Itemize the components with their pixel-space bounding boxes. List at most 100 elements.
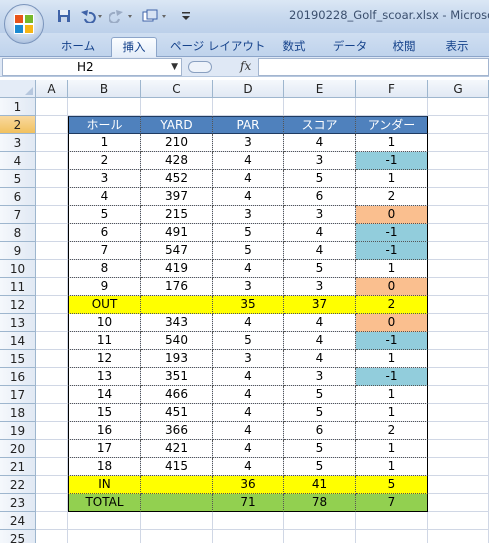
row-header-22[interactable]: 22 xyxy=(0,476,36,494)
grid-cell[interactable] xyxy=(428,278,489,296)
score-cell-score[interactable]: 3 xyxy=(284,368,356,386)
row-header-13[interactable]: 13 xyxy=(0,314,36,332)
score-cell-hole[interactable]: 13 xyxy=(68,368,141,386)
score-cell-par[interactable]: 4 xyxy=(213,458,284,476)
grid-cell[interactable] xyxy=(284,530,356,543)
grid-cell[interactable] xyxy=(356,530,428,543)
score-cell-hole[interactable]: TOTAL xyxy=(68,494,141,512)
grid-cell[interactable] xyxy=(428,152,489,170)
score-cell-yard[interactable] xyxy=(141,494,213,512)
grid-cell[interactable] xyxy=(36,440,68,458)
score-cell-par[interactable]: 36 xyxy=(213,476,284,494)
grid-cell[interactable] xyxy=(36,170,68,188)
row-header-5[interactable]: 5 xyxy=(0,170,36,188)
score-cell-under[interactable]: 2 xyxy=(356,188,428,206)
score-cell-par[interactable]: 4 xyxy=(213,440,284,458)
score-cell-yard[interactable]: 428 xyxy=(141,152,213,170)
row-header-9[interactable]: 9 xyxy=(0,242,36,260)
score-cell-yard[interactable]: 215 xyxy=(141,206,213,224)
score-cell-under[interactable]: 2 xyxy=(356,422,428,440)
grid-cell[interactable] xyxy=(36,134,68,152)
row-header-1[interactable]: 1 xyxy=(0,98,36,116)
grid-cell[interactable] xyxy=(428,422,489,440)
row-header-17[interactable]: 17 xyxy=(0,386,36,404)
row-header-4[interactable]: 4 xyxy=(0,152,36,170)
score-cell-hole[interactable]: 3 xyxy=(68,170,141,188)
score-cell-score[interactable]: 78 xyxy=(284,494,356,512)
grid-cell[interactable] xyxy=(428,296,489,314)
score-cell-hole[interactable]: 16 xyxy=(68,422,141,440)
score-cell-par[interactable]: 4 xyxy=(213,188,284,206)
grid-cell[interactable] xyxy=(36,278,68,296)
score-cell-score[interactable]: 5 xyxy=(284,170,356,188)
score-cell-score[interactable]: 6 xyxy=(284,422,356,440)
tab-formulas[interactable]: 数式 xyxy=(274,37,314,57)
chevron-down-icon[interactable]: ▼ xyxy=(171,59,178,75)
score-cell-score[interactable]: 4 xyxy=(284,134,356,152)
score-cell-hole[interactable]: 15 xyxy=(68,404,141,422)
grid-cell[interactable] xyxy=(68,98,141,116)
row-header-24[interactable]: 24 xyxy=(0,512,36,530)
row-header-19[interactable]: 19 xyxy=(0,422,36,440)
row-header-23[interactable]: 23 xyxy=(0,494,36,512)
insert-function-button[interactable]: fx xyxy=(240,59,251,73)
grid-cell[interactable] xyxy=(36,152,68,170)
score-cell-score[interactable]: 3 xyxy=(284,152,356,170)
office-button[interactable] xyxy=(4,4,44,44)
redo-icon[interactable] xyxy=(108,8,136,24)
tab-review[interactable]: 校閲 xyxy=(384,37,424,57)
grid-cell[interactable] xyxy=(141,512,213,530)
score-cell-under[interactable]: -1 xyxy=(356,224,428,242)
column-header-b[interactable]: B xyxy=(68,80,141,98)
grid-cell[interactable] xyxy=(284,512,356,530)
score-cell-under[interactable]: 0 xyxy=(356,278,428,296)
score-cell-yard[interactable]: 343 xyxy=(141,314,213,332)
row-header-11[interactable]: 11 xyxy=(0,278,36,296)
grid-cell[interactable] xyxy=(428,116,489,134)
score-cell-par[interactable]: 5 xyxy=(213,332,284,350)
grid-cell[interactable] xyxy=(213,530,284,543)
score-cell-under[interactable]: -1 xyxy=(356,368,428,386)
score-cell-hole[interactable]: 1 xyxy=(68,134,141,152)
score-cell-yard[interactable]: 421 xyxy=(141,440,213,458)
score-cell-hole[interactable]: 17 xyxy=(68,440,141,458)
formula-input[interactable] xyxy=(258,58,489,76)
grid-cell[interactable] xyxy=(36,296,68,314)
score-cell-score[interactable]: 4 xyxy=(284,224,356,242)
score-cell-under[interactable]: -1 xyxy=(356,332,428,350)
grid-cell[interactable] xyxy=(36,458,68,476)
formula-bar-handle[interactable] xyxy=(188,61,212,73)
header-cell-yard[interactable]: YARD xyxy=(141,116,213,134)
header-cell-score[interactable]: スコア xyxy=(284,116,356,134)
score-cell-par[interactable]: 4 xyxy=(213,170,284,188)
row-header-18[interactable]: 18 xyxy=(0,404,36,422)
score-cell-under[interactable]: 1 xyxy=(356,386,428,404)
score-cell-yard[interactable]: 176 xyxy=(141,278,213,296)
score-cell-score[interactable]: 5 xyxy=(284,458,356,476)
grid-cell[interactable] xyxy=(213,512,284,530)
row-header-15[interactable]: 15 xyxy=(0,350,36,368)
score-cell-under[interactable]: 1 xyxy=(356,458,428,476)
tab-view[interactable]: 表示 xyxy=(437,37,477,57)
grid-cell[interactable] xyxy=(428,242,489,260)
score-cell-par[interactable]: 3 xyxy=(213,206,284,224)
row-header-8[interactable]: 8 xyxy=(0,224,36,242)
score-cell-score[interactable]: 4 xyxy=(284,350,356,368)
header-cell-par[interactable]: PAR xyxy=(213,116,284,134)
column-header-g[interactable]: G xyxy=(428,80,489,98)
score-cell-par[interactable]: 4 xyxy=(213,422,284,440)
score-cell-under[interactable]: 0 xyxy=(356,206,428,224)
score-cell-par[interactable]: 3 xyxy=(213,278,284,296)
score-cell-under[interactable]: 1 xyxy=(356,350,428,368)
column-header-f[interactable]: F xyxy=(356,80,428,98)
grid-cell[interactable] xyxy=(428,368,489,386)
tab-page-layout[interactable]: ページ レイアウト xyxy=(170,37,265,57)
grid-cell[interactable] xyxy=(428,260,489,278)
undo-icon[interactable] xyxy=(78,8,106,24)
score-cell-hole[interactable]: 7 xyxy=(68,242,141,260)
score-cell-yard[interactable]: 451 xyxy=(141,404,213,422)
grid-cell[interactable] xyxy=(36,224,68,242)
grid-cell[interactable] xyxy=(36,476,68,494)
score-cell-par[interactable]: 3 xyxy=(213,350,284,368)
column-header-a[interactable]: A xyxy=(36,80,68,98)
